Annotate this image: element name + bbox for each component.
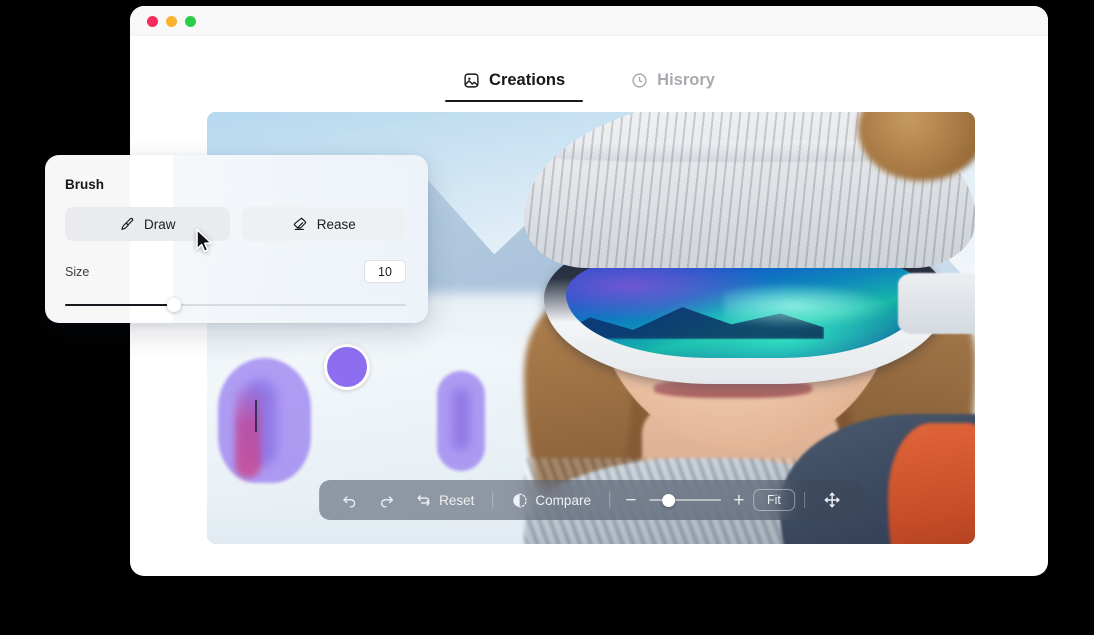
- tab-creations[interactable]: Creations: [445, 71, 584, 102]
- fit-button[interactable]: Fit: [752, 489, 795, 511]
- brush-size-row: Size 10: [65, 260, 406, 283]
- reset-button[interactable]: Reset: [406, 487, 483, 514]
- reset-label: Reset: [439, 492, 475, 508]
- undo-button[interactable]: [332, 487, 367, 514]
- tab-creations-label: Creations: [489, 71, 566, 89]
- erase-mode-label: Rease: [316, 216, 356, 232]
- zoom-in-button[interactable]: +: [732, 491, 746, 510]
- clock-icon: [631, 72, 648, 89]
- zoom-out-button[interactable]: −: [624, 491, 638, 510]
- brush-size-cursor: [324, 344, 370, 390]
- paintbrush-icon: [119, 216, 135, 232]
- redo-icon: [378, 492, 395, 509]
- brush-size-label: Size: [65, 264, 90, 279]
- brush-settings-panel: Brush Draw Rease Size 10: [45, 155, 428, 323]
- brush-mode-group: Draw Rease: [65, 207, 406, 241]
- zoom-slider-thumb[interactable]: [661, 493, 675, 507]
- close-window-button[interactable]: [147, 16, 158, 27]
- draw-mode-label: Draw: [143, 216, 176, 232]
- compare-label: Compare: [535, 492, 591, 508]
- brush-size-slider[interactable]: [65, 298, 406, 312]
- compare-icon: [511, 492, 528, 509]
- titlebar: [130, 6, 1048, 36]
- brush-size-input[interactable]: 10: [364, 260, 406, 283]
- window-controls: [147, 16, 196, 27]
- draw-mode-button[interactable]: Draw: [65, 207, 230, 241]
- brush-size-slider-thumb[interactable]: [167, 298, 182, 312]
- reset-icon: [415, 492, 432, 509]
- minimize-window-button[interactable]: [166, 16, 177, 27]
- maximize-window-button[interactable]: [185, 16, 196, 27]
- lens-highlight: [723, 281, 896, 329]
- toolbar-divider: [608, 492, 610, 508]
- screen: Creations Hisrory Reset Compare − + Fit …: [0, 0, 1094, 635]
- zoom-slider-track: [648, 498, 721, 502]
- goggle-lens: [565, 254, 925, 358]
- zoom-controls: − +: [619, 491, 751, 510]
- toolbar-divider: [803, 492, 805, 508]
- eraser-icon: [292, 216, 308, 232]
- pan-button[interactable]: [814, 486, 850, 514]
- compare-button[interactable]: Compare: [502, 487, 600, 514]
- brush-size-slider-fill: [65, 304, 175, 306]
- zoom-slider[interactable]: [648, 493, 721, 507]
- tab-history[interactable]: Hisrory: [623, 71, 723, 102]
- canvas-toolbar: Reset Compare − + Fit: [319, 480, 863, 520]
- move-icon: [823, 491, 841, 509]
- tab-history-label: Hisrory: [657, 71, 715, 89]
- undo-icon: [341, 492, 358, 509]
- redo-button[interactable]: [369, 487, 404, 514]
- erase-mode-button[interactable]: Rease: [241, 207, 406, 241]
- image-icon: [463, 72, 480, 89]
- tab-bar: Creations Hisrory: [130, 36, 1048, 102]
- toolbar-divider: [492, 492, 494, 508]
- brush-panel-title: Brush: [65, 177, 105, 192]
- goggle-strap: [898, 272, 975, 335]
